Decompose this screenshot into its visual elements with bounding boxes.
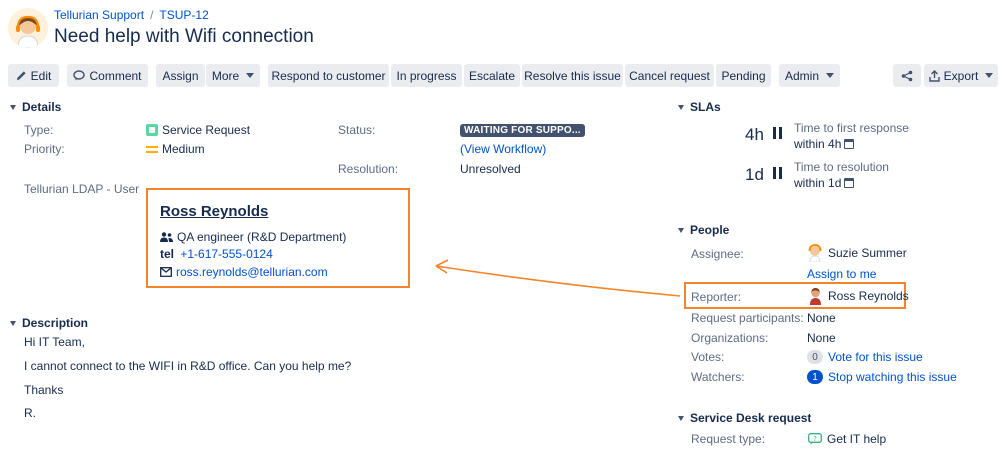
calendar-icon <box>844 139 855 149</box>
description-heading: Description <box>22 316 89 330</box>
chevron-down-icon <box>678 104 684 110</box>
description-line: Hi IT Team, <box>24 335 85 349</box>
svg-text:?: ? <box>813 435 817 443</box>
chevron-down-icon <box>678 227 684 233</box>
service-desk-heading: Service Desk request <box>690 411 812 425</box>
people-section-toggle[interactable]: People <box>678 223 729 237</box>
chevron-down-icon <box>678 415 684 421</box>
organizations-label: Organizations: <box>691 331 769 345</box>
watchers-label: Watchers: <box>691 370 745 384</box>
watchers-value: 1 Stop watching this issue <box>807 370 957 384</box>
help-bubble-icon: ? <box>808 433 822 445</box>
pause-icon <box>773 167 782 179</box>
slas-section-toggle[interactable]: SLAs <box>678 100 721 114</box>
request-type-text: Get IT help <box>827 432 887 446</box>
votes-label: Votes: <box>691 350 725 364</box>
assign-to-me-link[interactable]: Assign to me <box>807 267 876 281</box>
description-line: Thanks <box>24 383 64 397</box>
votes-count-badge: 0 <box>807 350 823 364</box>
assignee-avatar <box>808 244 822 262</box>
assignee-value[interactable]: Suzie Summer <box>807 244 907 262</box>
chevron-down-icon <box>10 320 16 326</box>
description-section-toggle[interactable]: Description <box>10 316 88 330</box>
request-type-value: ? Get IT help <box>808 432 886 446</box>
sla-remaining: 4h <box>745 125 764 144</box>
service-desk-section-toggle[interactable]: Service Desk request <box>678 411 811 425</box>
assignee-label: Assignee: <box>691 247 744 261</box>
sla-name: Time to first response <box>794 121 909 135</box>
watchers-count-badge: 1 <box>807 370 823 384</box>
assignee-name: Suzie Summer <box>828 246 907 260</box>
reporter-name: Ross Reynolds <box>828 289 909 303</box>
organizations-value: None <box>807 331 836 345</box>
reporter-avatar <box>810 288 821 305</box>
sla-target: within 1d <box>794 176 855 190</box>
request-participants-value: None <box>807 311 836 325</box>
sla-remaining: 1d <box>745 165 764 184</box>
calendar-icon <box>844 178 855 188</box>
description-line: I cannot connect to the WIFI in R&D offi… <box>24 359 352 373</box>
request-type-label: Request type: <box>691 432 766 446</box>
vote-for-issue-link[interactable]: Vote for this issue <box>828 350 923 364</box>
sla-target: within 4h <box>794 137 855 151</box>
description-line: R. <box>24 406 36 420</box>
sla-target-text: within 1d <box>794 176 842 190</box>
pause-icon <box>773 127 782 139</box>
sla-name: Time to resolution <box>794 160 889 174</box>
stop-watching-link[interactable]: Stop watching this issue <box>828 370 957 384</box>
slas-heading: SLAs <box>690 100 721 114</box>
reporter-value[interactable]: Ross Reynolds <box>808 287 909 305</box>
reporter-label: Reporter: <box>691 290 742 304</box>
people-heading: People <box>690 223 730 237</box>
request-participants-label: Request participants: <box>691 311 804 325</box>
votes-value: 0 Vote for this issue <box>807 350 923 364</box>
sla-target-text: within 4h <box>794 137 842 151</box>
